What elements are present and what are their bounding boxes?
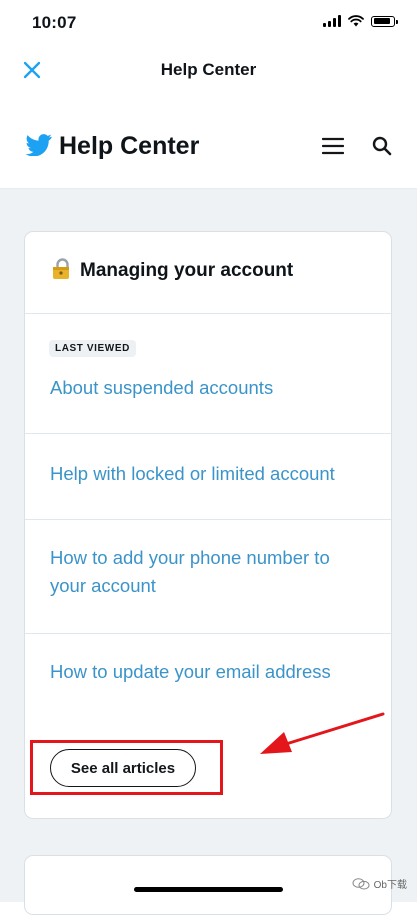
- article-item[interactable]: How to add your phone number to your acc…: [25, 520, 391, 634]
- article-link[interactable]: How to update your email address: [50, 658, 370, 686]
- cellular-signal-icon: [323, 15, 341, 27]
- search-icon[interactable]: [372, 136, 392, 156]
- site-title: Help Center: [59, 132, 200, 160]
- topic-card: Managing your account LAST VIEWED About …: [24, 231, 392, 819]
- content-area: Managing your account LAST VIEWED About …: [0, 189, 417, 915]
- menu-icon[interactable]: [322, 137, 344, 155]
- last-viewed-badge: LAST VIEWED: [49, 340, 136, 357]
- article-link[interactable]: Help with locked or limited account: [50, 460, 370, 488]
- chat-bubbles-icon: [352, 877, 370, 889]
- nav-bar: Help Center: [0, 46, 417, 95]
- card-title: Managing your account: [80, 260, 294, 281]
- watermark-text: Ob下载: [373, 880, 407, 891]
- article-link[interactable]: About suspended accounts: [50, 374, 370, 402]
- battery-icon: [371, 15, 398, 27]
- twitter-bird-logo[interactable]: [25, 134, 53, 156]
- see-all-articles-button[interactable]: See all articles: [50, 749, 196, 787]
- article-link[interactable]: How to add your phone number to your acc…: [50, 544, 370, 600]
- status-time: 10:07: [32, 13, 77, 32]
- status-bar: 10:07: [0, 0, 417, 46]
- next-topic-card: [24, 855, 392, 915]
- lock-icon: [53, 258, 69, 279]
- watermark: Ob下载: [352, 876, 407, 891]
- article-item[interactable]: LAST VIEWED About suspended accounts: [25, 314, 391, 434]
- article-item[interactable]: Help with locked or limited account: [25, 434, 391, 520]
- nav-title: Help Center: [160, 60, 257, 79]
- site-header: Help Center: [0, 94, 417, 189]
- card-header: Managing your account: [25, 232, 391, 314]
- article-item[interactable]: How to update your email address: [25, 634, 391, 744]
- wifi-icon: [348, 15, 364, 27]
- home-indicator: [134, 887, 283, 892]
- status-icons: [323, 15, 398, 27]
